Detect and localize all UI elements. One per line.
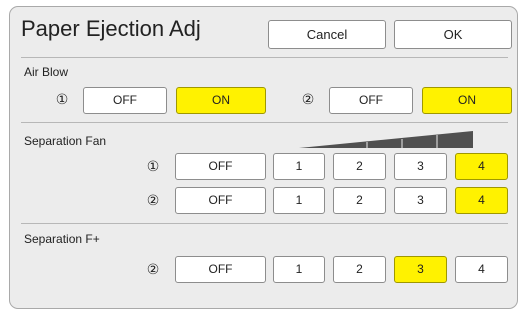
separation-f-plus-off-button[interactable]: OFF — [175, 256, 266, 283]
separation-f-plus-label: Separation F+ — [24, 232, 100, 246]
divider — [21, 122, 508, 123]
cancel-button[interactable]: Cancel — [268, 20, 386, 49]
separation-fan-1-level-1-button[interactable]: 1 — [273, 153, 325, 180]
separation-fan-2-level-3-button[interactable]: 3 — [394, 187, 447, 214]
separation-fan-2-off-button[interactable]: OFF — [175, 187, 266, 214]
separation-fan-label: Separation Fan — [24, 134, 107, 148]
air-blow-2-off-button[interactable]: OFF — [329, 87, 413, 114]
air-blow-2-marker: ② — [301, 91, 315, 107]
separation-f-plus-2-marker: ② — [146, 261, 160, 277]
air-blow-label: Air Blow — [24, 65, 69, 79]
separation-fan-1-level-2-button[interactable]: 2 — [333, 153, 386, 180]
separation-fan-2-level-2-button[interactable]: 2 — [333, 187, 386, 214]
separation-f-plus-level-3-button[interactable]: 3 — [394, 256, 447, 283]
air-blow-1-off-button[interactable]: OFF — [83, 87, 167, 114]
separation-fan-1-level-4-button[interactable]: 4 — [455, 153, 508, 180]
separation-fan-2-marker: ② — [146, 192, 160, 208]
separation-fan-1-marker: ① — [146, 158, 160, 174]
separation-f-plus-level-4-button[interactable]: 4 — [455, 256, 508, 283]
dialog-title: Paper Ejection Adj — [21, 16, 201, 41]
separation-fan-1-level-3-button[interactable]: 3 — [394, 153, 447, 180]
separation-fan-1-off-button[interactable]: OFF — [175, 153, 266, 180]
separation-fan-2-level-1-button[interactable]: 1 — [273, 187, 325, 214]
air-blow-1-marker: ① — [55, 91, 69, 107]
air-blow-2-on-button[interactable]: ON — [422, 87, 512, 114]
separation-f-plus-level-2-button[interactable]: 2 — [333, 256, 386, 283]
air-blow-1-on-button[interactable]: ON — [176, 87, 266, 114]
separation-f-plus-level-1-button[interactable]: 1 — [273, 256, 325, 283]
divider — [21, 223, 508, 224]
ok-button[interactable]: OK — [394, 20, 512, 49]
separation-fan-2-level-4-button[interactable]: 4 — [455, 187, 508, 214]
divider — [21, 57, 508, 58]
ramp-wedge-icon — [299, 131, 473, 148]
